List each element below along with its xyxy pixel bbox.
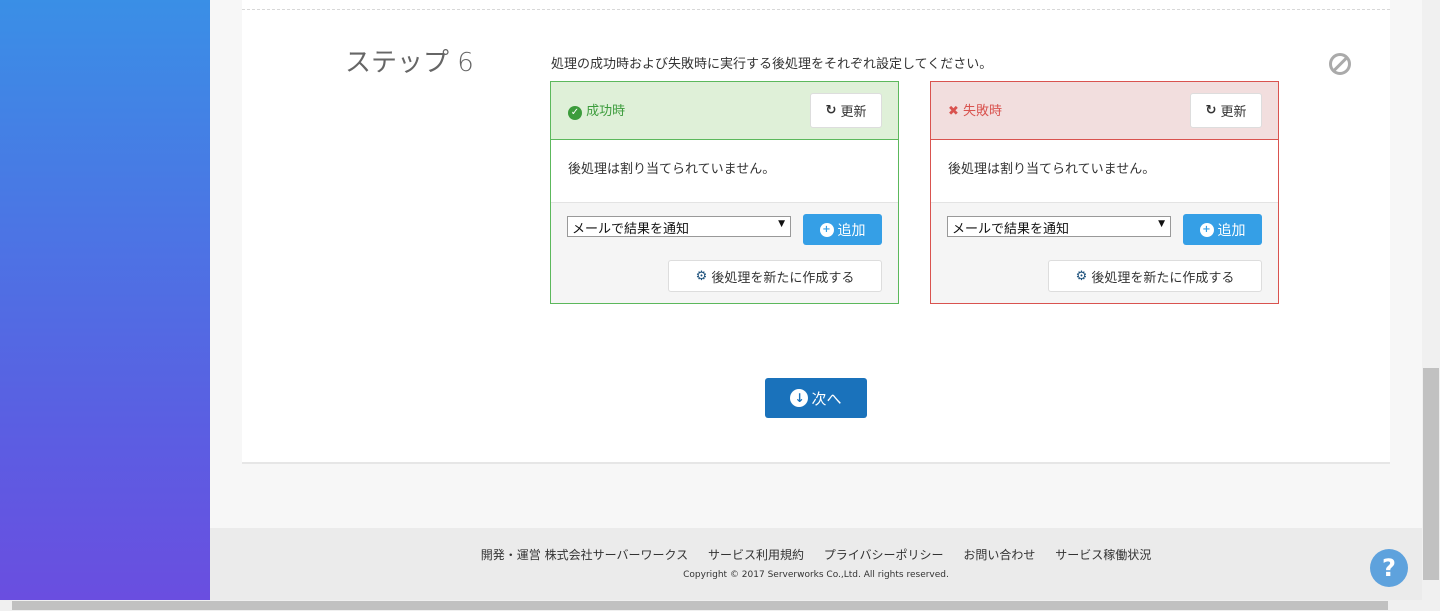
success-panel: ✓ 成功時 ↻更新 後処理は割り当てられていません。 メールで結果を通知 +追加… [550,81,899,304]
horizontal-scroll-thumb[interactable] [12,601,1388,610]
footer-link-privacy[interactable]: プライバシーポリシー [824,548,944,562]
refresh-icon: ↻ [825,103,837,118]
failure-refresh-button[interactable]: ↻ 更新 [1190,93,1262,128]
divider [242,9,1390,10]
add-label: 追加 [837,222,866,239]
gear-icon: ⚙ [1075,268,1088,284]
select-value: メールで結果を通知 [572,222,690,237]
footer: 開発・運営 株式会社サーバーワークス サービス利用規約 プライバシーポリシー お… [210,528,1422,600]
step-title: ステップ 6 [345,48,474,78]
success-empty-text: 後処理は割り当てられていません。 [551,140,898,203]
footer-link-status[interactable]: サービス稼働状況 [1055,548,1151,562]
failure-title: 失敗時 [963,104,1003,119]
close-icon: ✖ [948,104,959,119]
failure-empty-text: 後処理は割り当てられていません。 [931,140,1278,203]
failure-add-button[interactable]: + 追加 [1183,214,1262,245]
success-refresh-button[interactable]: ↻ 更新 [810,93,882,128]
failure-action-select[interactable]: メールで結果を通知 [947,216,1171,237]
next-button[interactable]: ↓ 次へ [765,378,867,418]
failure-panel: ✖ 失敗時 ↻更新 後処理は割り当てられていません。 メールで結果を通知 +追加… [930,81,1279,304]
plus-circle-icon: + [819,222,834,237]
horizontal-scrollbar[interactable] [0,600,1440,611]
sidebar [0,0,210,600]
refresh-label: 更新 [840,105,867,120]
failure-create-button[interactable]: ⚙ 後処理を新たに作成する [1048,260,1262,292]
footer-link-terms[interactable]: サービス利用規約 [708,548,804,562]
next-label: 次へ [811,389,842,408]
step-card: ステップ 6 処理の成功時および失敗時に実行する後処理をそれぞれ設定してください… [242,0,1390,464]
help-button[interactable]: ? [1370,549,1408,587]
success-create-button[interactable]: ⚙ 後処理を新たに作成する [668,260,882,292]
gear-icon: ⚙ [695,268,708,284]
footer-link-operator[interactable]: 開発・運営 株式会社サーバーワークス [481,548,688,562]
copyright: Copyright © 2017 Serverworks Co.,Ltd. Al… [683,570,949,580]
arrow-down-circle-icon: ↓ [790,389,809,407]
create-label: 後処理を新たに作成する [711,270,855,286]
refresh-icon: ↻ [1205,103,1217,118]
create-label: 後処理を新たに作成する [1091,270,1235,286]
footer-link-contact[interactable]: お問い合わせ [963,548,1035,562]
vertical-scroll-thumb[interactable] [1423,368,1439,580]
success-title: 成功時 [586,104,626,119]
vertical-scrollbar[interactable] [1422,0,1440,600]
select-value: メールで結果を通知 [952,222,1070,237]
refresh-label: 更新 [1220,105,1247,120]
disable-icon[interactable] [1329,53,1351,75]
success-action-select[interactable]: メールで結果を通知 [567,216,791,237]
add-label: 追加 [1217,222,1246,239]
step-description: 処理の成功時および失敗時に実行する後処理をそれぞれ設定してください。 [551,57,993,72]
check-circle-icon: ✓ [568,105,582,120]
success-add-button[interactable]: + 追加 [803,214,882,245]
plus-circle-icon: + [1199,222,1214,237]
